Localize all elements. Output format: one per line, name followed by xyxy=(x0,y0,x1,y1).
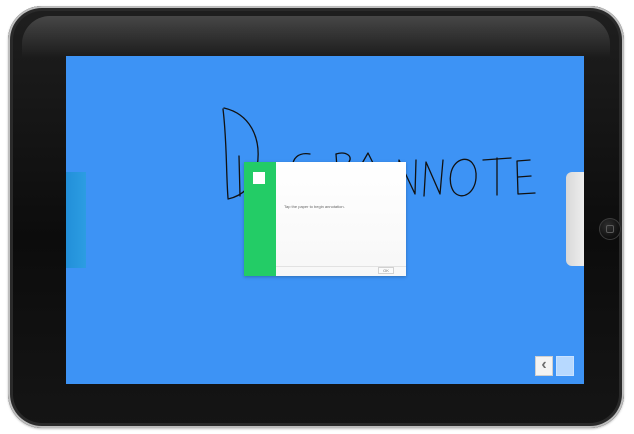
info-dialog: Tap the paper to begin annotation. OK xyxy=(244,162,406,276)
back-button[interactable]: ‹ xyxy=(535,356,553,376)
app-screen: Tap the paper to begin annotation. OK ‹ xyxy=(66,56,584,384)
left-edge-panel[interactable] xyxy=(66,172,86,268)
dialog-body: Tap the paper to begin annotation. OK xyxy=(276,162,406,276)
next-button[interactable] xyxy=(556,356,574,376)
right-edge-panel[interactable] xyxy=(566,172,584,266)
tablet-gloss xyxy=(22,16,610,58)
dialog-ok-button[interactable]: OK xyxy=(378,267,394,274)
home-button[interactable] xyxy=(599,218,621,240)
square-icon xyxy=(253,172,265,184)
square-icon xyxy=(606,225,614,233)
dialog-message: Tap the paper to begin annotation. xyxy=(284,204,345,209)
screenshot-stage: Tap the paper to begin annotation. OK ‹ xyxy=(0,0,634,434)
chevron-left-icon: ‹ xyxy=(541,356,547,373)
dialog-footer: OK xyxy=(276,266,406,276)
dialog-accent-bar xyxy=(244,162,276,276)
